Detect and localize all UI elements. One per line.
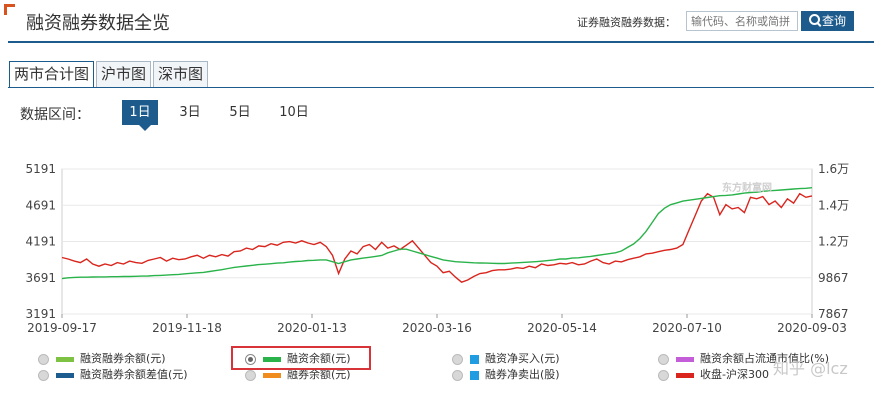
radio-icon[interactable] (658, 369, 669, 381)
x-tick-label: 2020-09-03 (777, 321, 847, 335)
tab-shenzhen[interactable]: 深市图 (153, 61, 209, 87)
highlight-box (231, 346, 371, 370)
y-left-tick: 3691 (25, 271, 56, 285)
range-3day-button[interactable]: 3日 (172, 100, 208, 125)
series-line-0 (61, 192, 813, 283)
y-left-tick: 5191 (25, 162, 56, 176)
y-right-tick: 1.6万 (818, 162, 849, 176)
corner-mark (4, 4, 15, 15)
tab-shanghai[interactable]: 沪市图 (96, 61, 152, 87)
legend-swatch (470, 370, 479, 380)
y-left-tick: 3191 (25, 307, 56, 321)
tab-both-markets[interactable]: 两市合计图 (9, 61, 95, 87)
x-tick-label: 2020-07-10 (652, 321, 722, 335)
legend-swatch (56, 372, 74, 378)
legend-label: 融资融券余额差值(元) (80, 368, 188, 381)
legend-item[interactable]: 融资净买入(元) (452, 352, 560, 366)
y-right-tick: 1.4万 (818, 198, 849, 212)
legend-swatch (56, 356, 74, 362)
range-1day-button[interactable]: 1日 (122, 100, 158, 131)
legend-swatch (263, 372, 281, 378)
legend-label: 融券净卖出(股) (485, 368, 560, 381)
legend-swatch (470, 354, 479, 364)
legend-item[interactable]: 融券余额(元) (245, 368, 351, 382)
x-tick-label: 2020-05-14 (527, 321, 597, 335)
series-line-1 (61, 187, 813, 280)
legend-label: 融资融券余额(元) (80, 352, 166, 365)
legend-item[interactable]: 融资融券余额差值(元) (38, 368, 188, 382)
search-input[interactable] (686, 11, 798, 31)
x-tick-label: 2020-03-16 (402, 321, 472, 335)
x-tick-label: 2019-11-18 (152, 321, 222, 335)
y-axis-left: 5191 4691 4191 3691 3191 (25, 162, 56, 321)
legend-swatch (676, 356, 694, 362)
legend-item[interactable]: 融券净卖出(股) (452, 368, 560, 382)
radio-icon[interactable] (452, 369, 463, 381)
tab-bar: 两市合计图 沪市图 深市图 (9, 61, 210, 87)
radio-icon[interactable] (38, 369, 49, 381)
search-label: 证券融资融券数据： (577, 16, 676, 29)
legend-label: 融资净买入(元) (485, 352, 560, 365)
watermark: 知乎 @lcz (773, 359, 848, 378)
radio-icon[interactable] (452, 353, 463, 365)
x-tick-label: 2019-09-17 (27, 321, 97, 335)
y-left-tick: 4191 (25, 235, 56, 249)
radio-icon[interactable] (38, 353, 49, 365)
header-divider (8, 41, 874, 43)
y-axis-right: 1.6万 1.4万 1.2万 9867 7867 (818, 162, 849, 321)
legend-item[interactable]: 融资融券余额(元) (38, 352, 166, 366)
range-label: 数据区间： (20, 107, 90, 123)
search-button[interactable]: 查询 (801, 11, 854, 31)
legend-swatch (676, 372, 694, 378)
search-icon (808, 14, 820, 25)
y-left-tick: 4691 (25, 198, 56, 212)
search-button-label: 查询 (821, 14, 846, 28)
chart-grid (61, 168, 813, 315)
x-axis: 2019-09-17 2019-11-18 2020-01-13 2020-03-16… (27, 314, 847, 335)
range-5day-button[interactable]: 5日 (222, 100, 258, 125)
legend-item[interactable]: 收盘-沪深300 (658, 368, 769, 382)
tab-divider (8, 87, 874, 88)
y-right-tick: 7867 (818, 307, 849, 321)
y-right-tick: 1.2万 (818, 235, 849, 249)
range-10day-button[interactable]: 10日 (274, 100, 314, 125)
page-title: 融资融券数据全览 (26, 13, 170, 34)
eastmoney-logo: 东方财富网 (722, 183, 772, 194)
radio-icon[interactable] (658, 353, 669, 365)
chart-series (61, 187, 813, 283)
x-tick-label: 2020-01-13 (277, 321, 347, 335)
radio-icon[interactable] (245, 369, 256, 381)
legend-label: 收盘-沪深300 (700, 368, 769, 381)
y-right-tick: 9867 (818, 271, 849, 285)
